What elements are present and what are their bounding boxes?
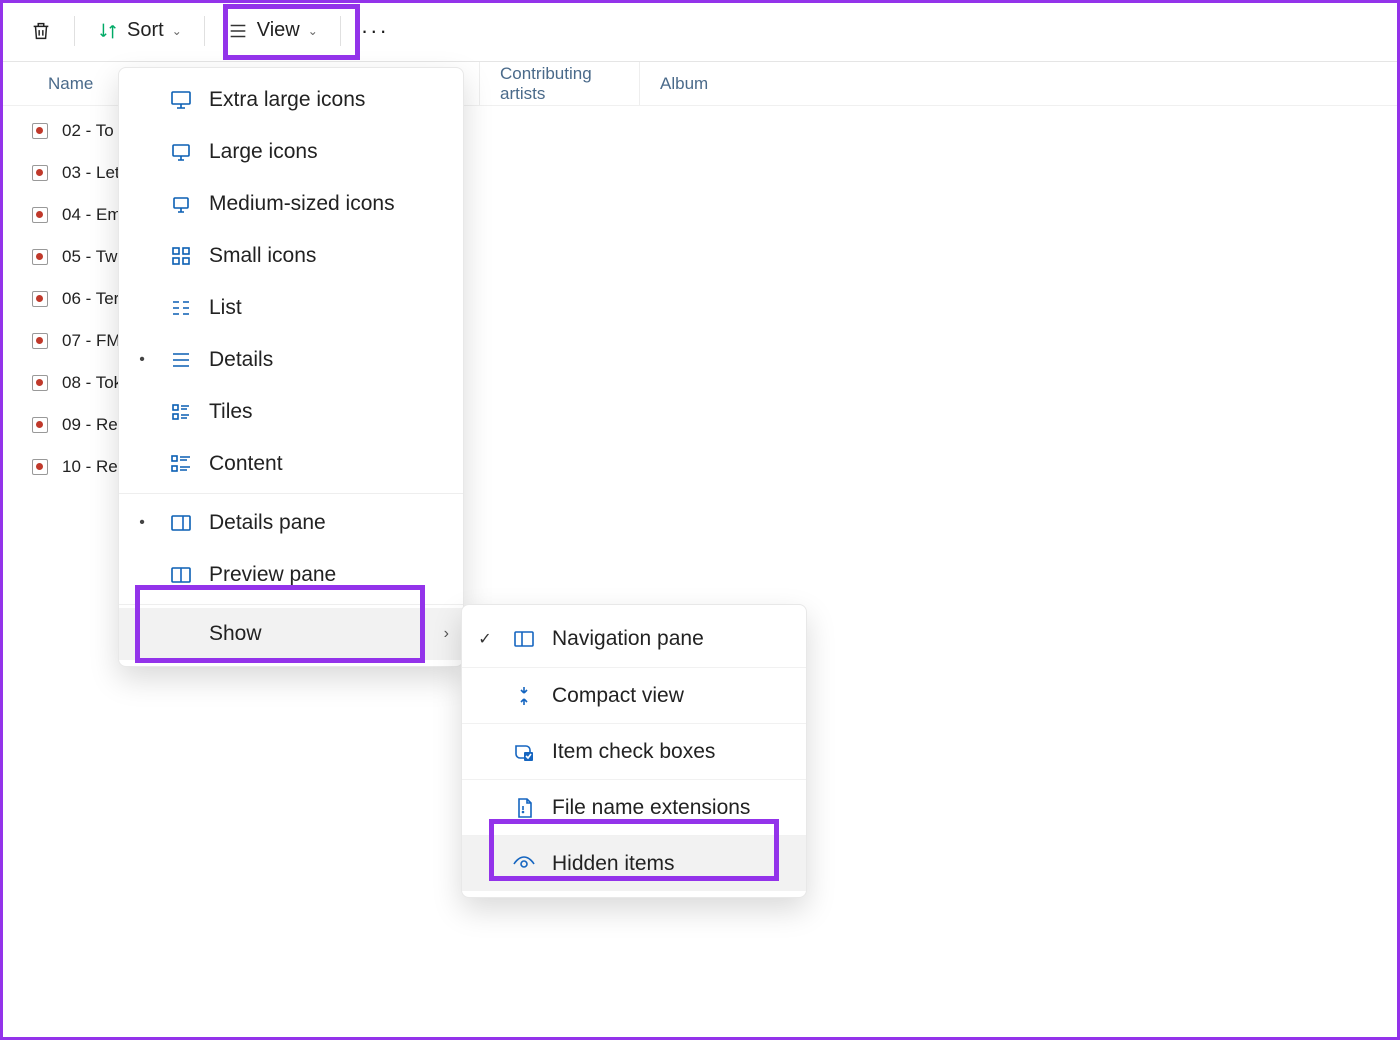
menu-label: List <box>209 296 242 320</box>
audio-file-icon <box>32 375 48 391</box>
toolbar-divider <box>204 16 205 46</box>
submenu-file-extensions[interactable]: File name extensions <box>462 779 806 835</box>
compact-icon <box>512 684 536 708</box>
view-button[interactable]: View ⌄ <box>215 11 330 50</box>
file-icon <box>512 796 536 820</box>
checkmark-icon: ✓ <box>474 629 496 649</box>
file-name: 04 - Em <box>62 205 122 225</box>
menu-separator <box>119 493 463 494</box>
eye-icon <box>512 852 536 876</box>
file-name: 06 - Ter <box>62 289 119 309</box>
menu-large-icons[interactable]: Large icons <box>119 126 463 178</box>
menu-label: Hidden items <box>552 852 675 876</box>
trash-icon <box>30 20 52 42</box>
audio-file-icon <box>32 165 48 181</box>
menu-label: Tiles <box>209 400 253 424</box>
bullet-selected-icon: • <box>131 514 153 532</box>
menu-label: Details pane <box>209 511 326 535</box>
chevron-down-icon: ⌄ <box>172 24 182 38</box>
menu-label: Content <box>209 452 283 476</box>
menu-preview-pane[interactable]: Preview pane <box>119 549 463 601</box>
menu-details[interactable]: • Details <box>119 334 463 386</box>
grid-icon <box>169 244 193 268</box>
menu-label: Small icons <box>209 244 316 268</box>
details-pane-icon <box>169 511 193 535</box>
menu-list[interactable]: List <box>119 282 463 334</box>
menu-label: Compact view <box>552 684 684 708</box>
monitor-icon <box>169 88 193 112</box>
chevron-right-icon: › <box>444 625 449 643</box>
toolbar-divider <box>340 16 341 46</box>
list-icon <box>169 296 193 320</box>
menu-extra-large-icons[interactable]: Extra large icons <box>119 74 463 126</box>
menu-details-pane[interactable]: • Details pane <box>119 497 463 549</box>
view-menu: Extra large icons Large icons Medium-siz… <box>118 67 464 667</box>
submenu-compact-view[interactable]: Compact view <box>462 667 806 723</box>
menu-tiles[interactable]: Tiles <box>119 386 463 438</box>
submenu-item-checkboxes[interactable]: Item check boxes <box>462 723 806 779</box>
sort-label: Sort <box>127 19 164 42</box>
chevron-down-icon: ⌄ <box>308 24 318 38</box>
menu-label: Details <box>209 348 273 372</box>
audio-file-icon <box>32 207 48 223</box>
audio-file-icon <box>32 459 48 475</box>
view-label: View <box>257 19 300 42</box>
menu-label: Preview pane <box>209 563 336 587</box>
bullet-selected-icon: • <box>131 351 153 369</box>
delete-button[interactable] <box>18 12 64 50</box>
file-name: 07 - FM <box>62 331 121 351</box>
content-icon <box>169 452 193 476</box>
menu-label: Show <box>209 622 262 646</box>
column-album[interactable]: Album <box>640 62 1400 105</box>
file-name: 03 - Let <box>62 163 120 183</box>
audio-file-icon <box>32 249 48 265</box>
navigation-pane-icon <box>512 627 536 651</box>
menu-show[interactable]: Show › <box>119 608 463 660</box>
audio-file-icon <box>32 291 48 307</box>
show-submenu: ✓ Navigation pane Compact view Item chec… <box>461 604 807 898</box>
checkbox-icon <box>512 740 536 764</box>
column-contributing-artists[interactable]: Contributing artists <box>480 62 640 105</box>
tiles-icon <box>169 400 193 424</box>
menu-small-icons[interactable]: Small icons <box>119 230 463 282</box>
menu-label: Item check boxes <box>552 740 715 764</box>
menu-label: Navigation pane <box>552 627 704 651</box>
monitor-icon <box>169 192 193 216</box>
file-name: 02 - To <box>62 121 114 141</box>
list-icon <box>227 20 249 42</box>
audio-file-icon <box>32 333 48 349</box>
details-icon <box>169 348 193 372</box>
menu-label: File name extensions <box>552 796 750 820</box>
audio-file-icon <box>32 417 48 433</box>
file-name: 09 - Rev <box>62 415 126 435</box>
menu-label: Large icons <box>209 140 318 164</box>
file-name: 08 - Tok <box>62 373 122 393</box>
submenu-navigation-pane[interactable]: ✓ Navigation pane <box>462 611 806 667</box>
sort-icon <box>97 20 119 42</box>
menu-label: Extra large icons <box>209 88 365 112</box>
menu-separator <box>119 604 463 605</box>
monitor-icon <box>169 140 193 164</box>
more-button[interactable]: ··· <box>351 18 399 44</box>
toolbar: Sort ⌄ View ⌄ ··· <box>0 0 1400 62</box>
audio-file-icon <box>32 123 48 139</box>
submenu-hidden-items[interactable]: Hidden items <box>462 835 806 891</box>
menu-label: Medium-sized icons <box>209 192 395 216</box>
menu-content[interactable]: Content <box>119 438 463 490</box>
preview-pane-icon <box>169 563 193 587</box>
toolbar-divider <box>74 16 75 46</box>
sort-button[interactable]: Sort ⌄ <box>85 11 194 50</box>
file-name: 10 - Rev <box>62 457 126 477</box>
menu-medium-icons[interactable]: Medium-sized icons <box>119 178 463 230</box>
